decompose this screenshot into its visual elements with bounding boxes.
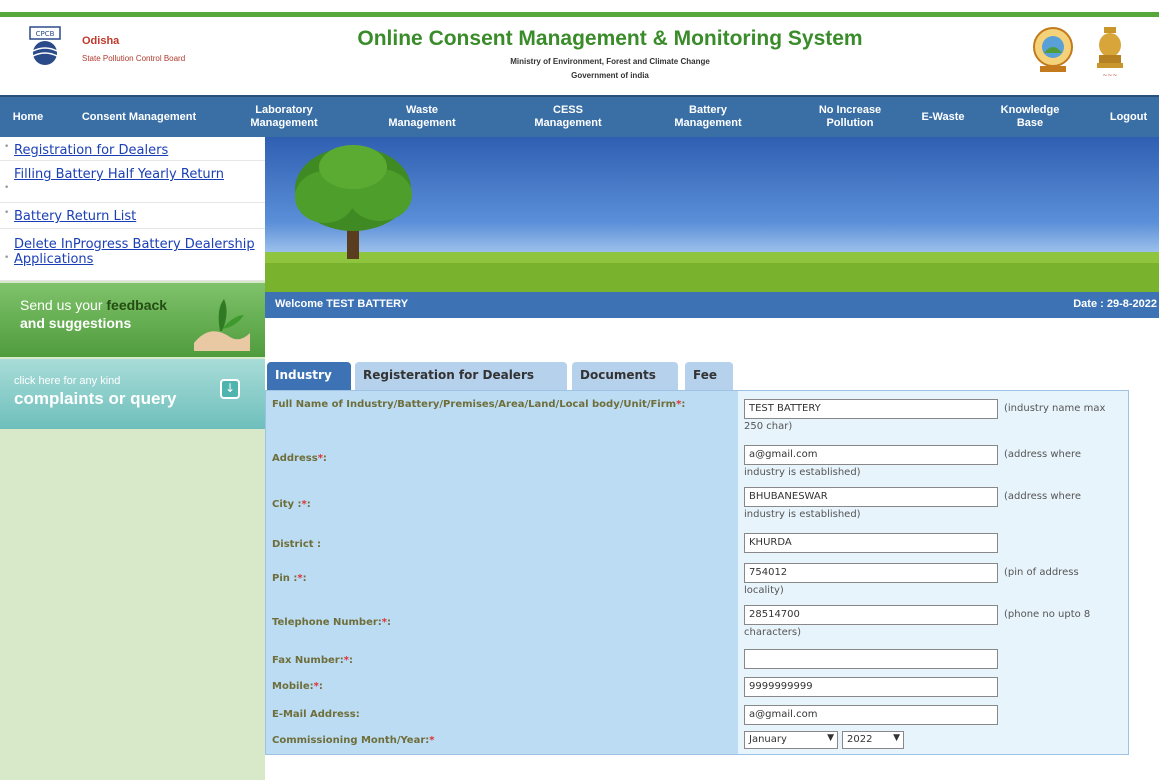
tab-fee[interactable]: Fee bbox=[685, 362, 733, 390]
government-line: Government of india bbox=[571, 71, 649, 80]
page-title: Online Consent Management & Monitoring S… bbox=[357, 27, 863, 50]
pin-hint-cont: locality) bbox=[744, 585, 784, 596]
sidebar-links: • Registration for Dealers • Filling Batte… bbox=[0, 137, 265, 281]
nav-waste-management[interactable]: Waste Management bbox=[372, 97, 472, 137]
nav-battery-management[interactable]: Battery Management bbox=[658, 97, 758, 137]
date-text: Date : 29-8-2022 bbox=[1073, 298, 1157, 310]
fax-input[interactable] bbox=[744, 649, 998, 669]
city-hint-cont: industry is established) bbox=[744, 509, 861, 520]
svg-text:CPCB: CPCB bbox=[36, 30, 55, 38]
sidebar-link-label: Delete InProgress Battery Dealership App… bbox=[14, 237, 255, 267]
tree-banner-image bbox=[265, 137, 1159, 292]
sidebar-link-label: Battery Return List bbox=[14, 209, 137, 224]
pin-hint: (pin of address bbox=[1004, 567, 1079, 578]
pin-input[interactable]: 754012 bbox=[744, 563, 998, 583]
complaints-big-text: complaints or query bbox=[14, 389, 177, 408]
bullet-icon: • bbox=[4, 142, 10, 152]
nav-laboratory-management[interactable]: Laboratory Management bbox=[240, 97, 328, 137]
nav-no-increase-pollution[interactable]: No Increase Pollution bbox=[800, 97, 900, 137]
left-sidebar: • Registration for Dealers • Filling Batte… bbox=[0, 137, 265, 780]
telephone-input[interactable]: 28514700 bbox=[744, 605, 998, 625]
year-select-value: 2022 bbox=[847, 734, 873, 745]
ministry-line: Ministry of Environment, Forest and Clim… bbox=[510, 57, 710, 66]
feedback-line2: and suggestions bbox=[20, 315, 132, 331]
chevron-down-icon: ▼ bbox=[893, 733, 900, 743]
org-name: Odisha bbox=[82, 35, 120, 47]
sidebar-link-label: Filling Battery Half Yearly Return bbox=[14, 167, 225, 182]
address-hint: (address where bbox=[1004, 449, 1082, 460]
nav-home[interactable]: Home bbox=[0, 97, 56, 137]
full-name-hint-cont: 250 char) bbox=[744, 421, 793, 432]
mobile-input[interactable]: 9999999999 bbox=[744, 677, 998, 697]
field-label-mobile: Mobile:*: bbox=[272, 681, 323, 692]
nav-logout[interactable]: Logout bbox=[1098, 97, 1159, 137]
tab-registeration-for-dealers[interactable]: Registeration for Dealers bbox=[355, 362, 567, 390]
field-label-full-name: Full Name of Industry/Battery/Premises/A… bbox=[272, 399, 686, 410]
site-header: CPCB Odisha State Pollution Control Boar… bbox=[0, 17, 1159, 95]
address-hint-cont: industry is established) bbox=[744, 467, 861, 478]
year-select[interactable]: 2022 ▼ bbox=[842, 731, 904, 749]
nav-e-waste[interactable]: E-Waste bbox=[918, 97, 968, 137]
tab-industry[interactable]: Industry bbox=[267, 362, 351, 390]
sidebar-link-battery-return-list[interactable]: • Battery Return List bbox=[0, 203, 265, 229]
field-label-fax: Fax Number:*: bbox=[272, 655, 353, 666]
full-name-input[interactable]: TEST BATTERY bbox=[744, 399, 998, 419]
nav-cess-management[interactable]: CESS Management bbox=[518, 97, 618, 137]
field-label-email: E-Mail Address: bbox=[272, 709, 360, 720]
nav-consent-management[interactable]: Consent Management bbox=[74, 97, 204, 137]
industry-form: Full Name of Industry/Battery/Premises/A… bbox=[265, 390, 1129, 755]
field-label-telephone: Telephone Number:*: bbox=[272, 617, 392, 628]
feedback-line1: Send us your feedback bbox=[20, 297, 168, 313]
email-input[interactable]: a@gmail.com bbox=[744, 705, 998, 725]
telephone-hint-cont: characters) bbox=[744, 627, 801, 638]
complaints-banner[interactable]: click here for any kind complaints or qu… bbox=[0, 359, 265, 429]
district-input[interactable]: KHURDA bbox=[744, 533, 998, 553]
cpcb-logo: CPCB bbox=[29, 26, 61, 65]
field-label-district: District : bbox=[272, 539, 322, 550]
field-label-address: Address*: bbox=[272, 453, 327, 464]
arrow-down-icon[interactable]: ↓ bbox=[220, 379, 240, 399]
field-label-city: City :*: bbox=[272, 499, 311, 510]
sidebar-link-delete-inprogress[interactable]: • Delete InProgress Battery Dealership Ap… bbox=[0, 229, 265, 281]
feedback-banner[interactable]: Send us your feedback and suggestions bbox=[0, 283, 265, 357]
welcome-text: Welcome TEST BATTERY bbox=[275, 298, 409, 310]
month-select[interactable]: January ▼ bbox=[744, 731, 838, 749]
city-hint: (address where bbox=[1004, 491, 1082, 502]
tree-landscape-illustration bbox=[265, 145, 1159, 292]
sidebar-link-registration[interactable]: • Registration for Dealers bbox=[0, 137, 265, 161]
bullet-icon: • bbox=[4, 183, 10, 193]
bullet-icon: • bbox=[4, 253, 10, 263]
welcome-bar: Welcome TEST BATTERY Date : 29-8-2022 bbox=[265, 292, 1159, 318]
chevron-down-icon: ▼ bbox=[827, 733, 834, 743]
bullet-icon: • bbox=[4, 208, 10, 218]
address-input[interactable]: a@gmail.com bbox=[744, 445, 998, 465]
telephone-hint: (phone no upto 8 bbox=[1004, 609, 1091, 620]
complaints-small-text: click here for any kind bbox=[14, 375, 121, 387]
swachh-emblem-icon bbox=[1033, 27, 1073, 72]
org-subtitle: State Pollution Control Board bbox=[82, 54, 186, 63]
field-label-commissioning: Commissioning Month/Year:* bbox=[272, 735, 435, 746]
nav-knowledge-base[interactable]: Knowledge Base bbox=[988, 97, 1072, 137]
svg-text:~~~: ~~~ bbox=[1102, 72, 1117, 79]
hands-plant-icon bbox=[194, 299, 250, 351]
city-input[interactable]: BHUBANESWAR bbox=[744, 487, 998, 507]
sidebar-link-half-yearly-return[interactable]: • Filling Battery Half Yearly Return bbox=[0, 161, 265, 203]
tab-documents[interactable]: Documents bbox=[572, 362, 678, 390]
main-nav: Home Consent Management Laboratory Manag… bbox=[0, 95, 1159, 137]
full-name-hint: (industry name max bbox=[1004, 403, 1106, 414]
field-label-pin: Pin :*: bbox=[272, 573, 307, 584]
month-select-value: January bbox=[749, 734, 787, 745]
national-emblem-icon: ~~~ bbox=[1097, 27, 1123, 79]
sidebar-link-label: Registration for Dealers bbox=[14, 143, 169, 158]
